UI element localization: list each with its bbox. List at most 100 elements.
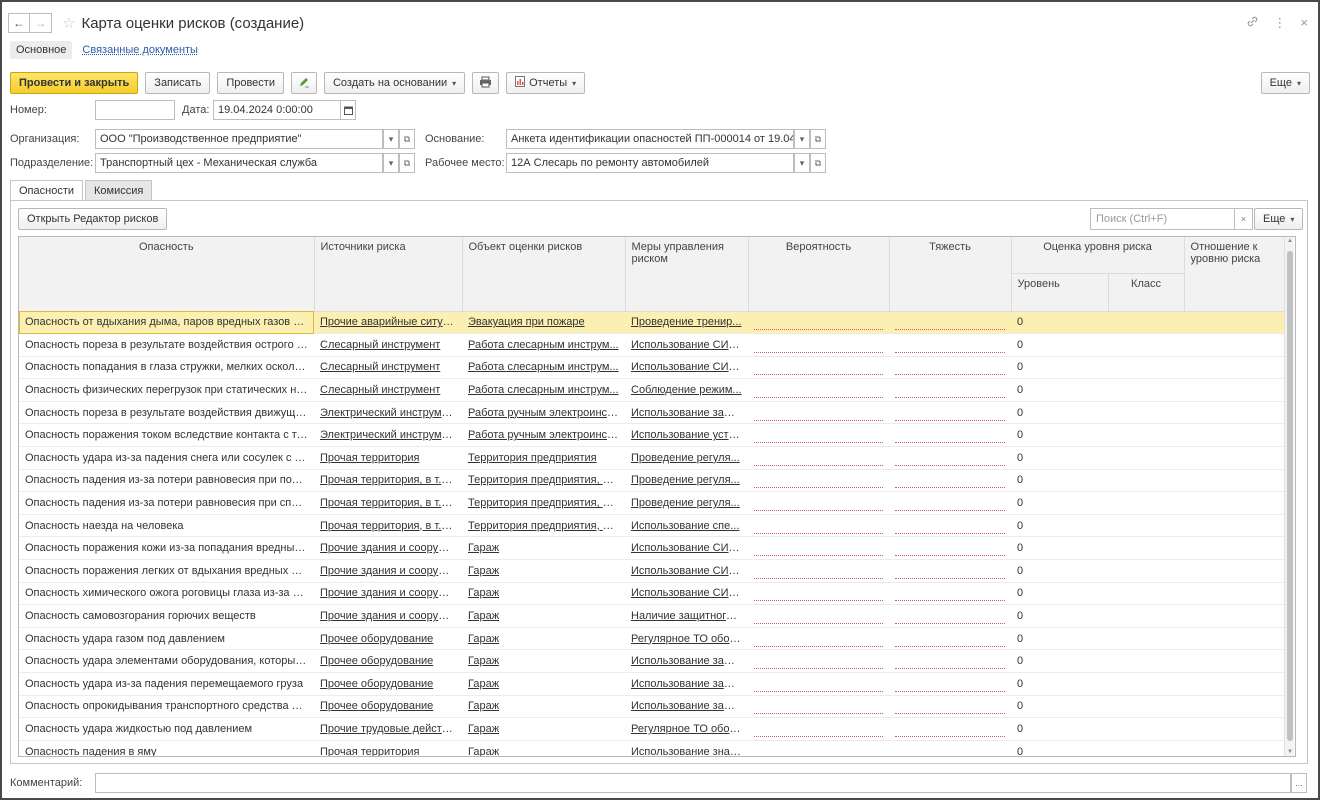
cell-hazard[interactable]: Опасность удара газом под давлением (19, 627, 314, 651)
table-row[interactable]: Опасность опрокидывания транспортного ср… (19, 695, 1288, 719)
cell-control-measure-link[interactable]: Использование СИЗ... (631, 542, 744, 554)
table-scrollbar[interactable]: ▲ ▼ (1284, 237, 1294, 756)
cell-control-measure[interactable]: Наличие защитного ... (625, 604, 748, 628)
cell-probability[interactable] (748, 423, 889, 448)
cell-class[interactable] (1108, 559, 1185, 583)
table-row[interactable]: Опасность самовозгорания горючих веществ… (19, 604, 1288, 628)
cell-risk-source-link[interactable]: Прочая территория, в т.ч. ... (320, 520, 462, 532)
cell-assessment-object-link[interactable]: Работа ручным электроинст... (468, 407, 620, 419)
cell-risk-source-link[interactable]: Прочие здания и сооруже... (320, 565, 461, 577)
cell-risk-source-link[interactable]: Электрический инструмент (320, 407, 459, 419)
cell-assessment-object-link[interactable]: Территория предприятия, в т... (468, 497, 625, 509)
cell-control-measure-link[interactable]: Использование спе... (631, 520, 739, 532)
cell-attitude[interactable] (1184, 378, 1288, 402)
table-row[interactable]: Опасность падения в яму Прочая территория… (19, 740, 1288, 756)
cell-class[interactable] (1108, 311, 1185, 335)
cell-risk-source[interactable]: Прочая территория, в т.ч. ... (314, 469, 462, 493)
cell-assessment-object[interactable]: Территория предприятия (462, 446, 625, 470)
cell-level[interactable]: 0 (1011, 446, 1108, 470)
open-item-icon[interactable]: ⧉ (810, 129, 826, 149)
col-header-object[interactable]: Объект оценки рисков (462, 237, 626, 312)
cell-level[interactable]: 0 (1011, 469, 1108, 493)
cell-hazard[interactable]: Опасность удара жидкостью под давлением (19, 717, 314, 741)
cell-hazard[interactable]: Опасность поражения легких от вдыхания в… (19, 559, 314, 583)
post-button[interactable]: Провести (217, 72, 284, 94)
cell-severity[interactable] (889, 740, 1011, 756)
cell-risk-source-link[interactable]: Прочие здания и сооруже... (320, 542, 461, 554)
cell-assessment-object-link[interactable]: Гараж (468, 723, 499, 735)
cell-control-measure[interactable]: Использование спе... (625, 514, 748, 538)
table-row[interactable]: Опасность поражения кожи из-за попадания… (19, 536, 1288, 561)
cell-risk-source[interactable]: Прочее оборудование (314, 695, 462, 719)
cell-control-measure[interactable]: Использование СИЗ... (625, 536, 748, 561)
back-arrow-icon[interactable]: ← (8, 13, 30, 33)
cell-attitude[interactable] (1184, 649, 1288, 673)
dropdown-arrow-icon[interactable]: ▾ (794, 153, 810, 173)
tab-commission[interactable]: Комиссия (85, 180, 153, 200)
cell-risk-source[interactable]: Прочие здания и сооруже... (314, 604, 462, 628)
cell-risk-source[interactable]: Слесарный инструмент (314, 378, 462, 402)
cell-risk-source[interactable]: Прочее оборудование (314, 649, 462, 673)
cell-class[interactable] (1108, 469, 1185, 493)
cell-assessment-object[interactable]: Гараж (462, 740, 625, 756)
cell-risk-source[interactable]: Прочие аварийные ситуа... (314, 311, 462, 335)
cell-control-measure[interactable]: Использование СИЗ... (625, 356, 748, 380)
open-item-icon[interactable]: ⧉ (810, 153, 826, 173)
cell-control-measure-link[interactable]: Регулярное ТО обор... (631, 723, 745, 735)
cell-control-measure[interactable]: Использование знак... (625, 740, 748, 756)
cell-level[interactable]: 0 (1011, 672, 1108, 696)
cell-severity[interactable] (889, 649, 1011, 673)
cell-attitude[interactable] (1184, 672, 1288, 696)
cell-class[interactable] (1108, 717, 1185, 741)
cell-hazard[interactable]: Опасность физических перегрузок при стат… (19, 378, 314, 402)
cell-risk-source[interactable]: Прочие трудовые действия (314, 717, 462, 741)
cell-attitude[interactable] (1184, 695, 1288, 719)
cell-hazard[interactable]: Опасность от вдыхания дыма, паров вредны… (19, 311, 314, 335)
cell-probability[interactable] (748, 695, 889, 719)
cell-control-measure-link[interactable]: Использование СИЗ... (631, 565, 744, 577)
cell-hazard[interactable]: Опасность попадания в глаза стружки, мел… (19, 356, 314, 380)
cell-control-measure[interactable]: Использование защ... (625, 695, 748, 719)
cell-control-measure[interactable]: Проведение регуля... (625, 469, 748, 493)
cell-control-measure[interactable]: Использование СИЗ... (625, 582, 748, 606)
cell-assessment-object-link[interactable]: Гараж (468, 633, 499, 645)
tab-hazards[interactable]: Опасности (10, 180, 84, 201)
cell-attitude[interactable] (1184, 423, 1288, 448)
cell-risk-source-link[interactable]: Прочая территория, в т.ч. ... (320, 474, 462, 486)
col-header-class[interactable]: Класс (1108, 273, 1185, 312)
division-field[interactable]: Транспортный цех - Механическая служба (95, 153, 383, 173)
dropdown-arrow-icon[interactable]: ▾ (383, 153, 399, 173)
cell-hazard[interactable]: Опасность опрокидывания транспортного ср… (19, 695, 314, 719)
cell-risk-source-link[interactable]: Прочее оборудование (320, 655, 433, 667)
cell-hazard[interactable]: Опасность поражения током вследствие кон… (19, 423, 314, 448)
cell-control-measure-link[interactable]: Наличие защитного ... (631, 610, 744, 622)
cell-assessment-object[interactable]: Территория предприятия, в т... (462, 514, 625, 538)
table-row[interactable]: Опасность падения из-за потери равновеси… (19, 469, 1288, 493)
cell-severity[interactable] (889, 627, 1011, 651)
cell-hazard[interactable]: Опасность пореза в результате воздействи… (19, 401, 314, 425)
cell-probability[interactable] (748, 740, 889, 756)
cell-control-measure[interactable]: Регулярное ТО обор... (625, 627, 748, 651)
open-risk-editor-button[interactable]: Открыть Редактор рисков (18, 208, 168, 230)
cell-class[interactable] (1108, 514, 1185, 538)
table-row[interactable]: Опасность поражения легких от вдыхания в… (19, 559, 1288, 583)
cell-assessment-object-link[interactable]: Работа слесарным инструм... (468, 384, 619, 396)
cell-assessment-object[interactable]: Территория предприятия, в т... (462, 491, 625, 515)
cell-probability[interactable] (748, 356, 889, 380)
cell-class[interactable] (1108, 582, 1185, 606)
organization-field[interactable]: ООО "Производственное предприятие" (95, 129, 383, 149)
cell-risk-source-link[interactable]: Прочее оборудование (320, 678, 433, 690)
cell-assessment-object[interactable]: Эвакуация при пожаре (462, 311, 625, 335)
cell-attitude[interactable] (1184, 604, 1288, 628)
dropdown-arrow-icon[interactable]: ▾ (794, 129, 810, 149)
cell-assessment-object-link[interactable]: Гараж (468, 587, 499, 599)
cell-risk-source[interactable]: Прочие здания и сооруже... (314, 582, 462, 606)
cell-control-measure[interactable]: Использование СИЗ... (625, 559, 748, 583)
cell-assessment-object[interactable]: Гараж (462, 604, 625, 628)
cell-level[interactable]: 0 (1011, 717, 1108, 741)
table-row[interactable]: Опасность пореза в результате воздействи… (19, 401, 1288, 425)
cell-class[interactable] (1108, 491, 1185, 515)
cell-level[interactable]: 0 (1011, 559, 1108, 583)
scrollbar-thumb[interactable] (1287, 251, 1293, 741)
cell-assessment-object[interactable]: Гараж (462, 559, 625, 583)
